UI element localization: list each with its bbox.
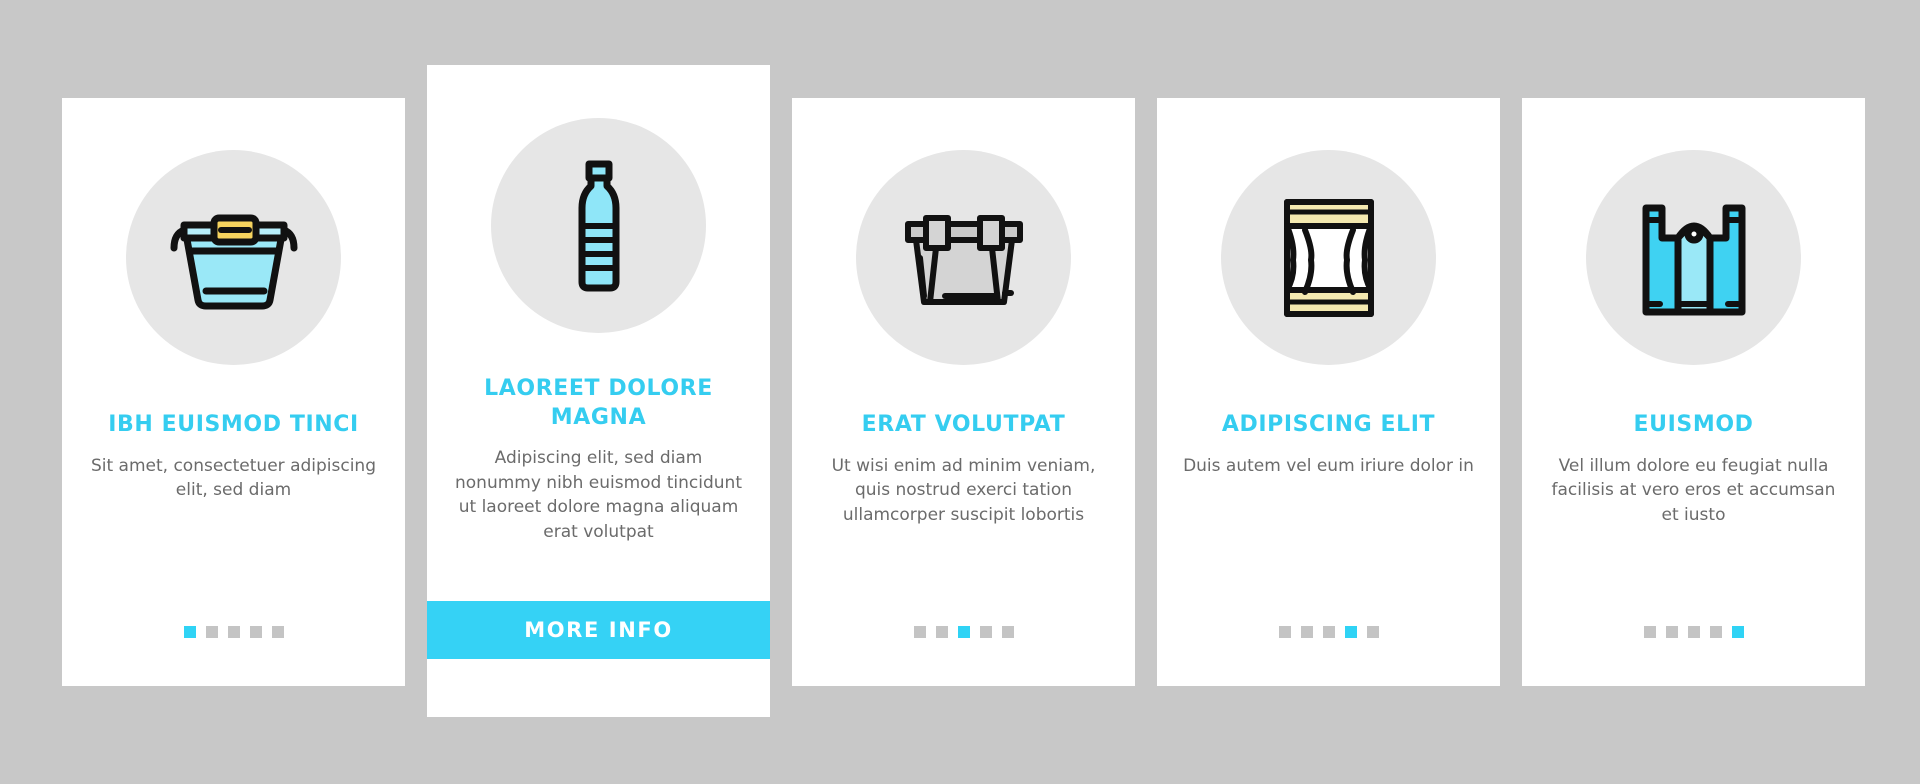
pagination-dot[interactable] [1731,626,1744,638]
onboarding-screens-stage: IBH EUISMOD TINCI Sit amet, consectetuer… [0,0,1920,784]
card-title: IBH EUISMOD TINCI [108,412,359,437]
pagination-dot[interactable] [271,626,284,638]
pagination-dots[interactable] [913,626,1014,638]
onboarding-card-5[interactable]: EUISMOD Vel illum dolore eu feugiat null… [1522,98,1865,686]
pagination-dot[interactable] [1300,626,1313,638]
pagination-dot[interactable] [1643,626,1656,638]
card-body: Adipiscing elit, sed diam nonummy nibh e… [455,448,742,543]
card-body: Vel illum dolore eu feugiat nulla facili… [1551,455,1836,525]
card-body: Sit amet, consectetuer adipiscing elit, … [90,455,377,501]
pagination-dot[interactable] [183,626,196,638]
pagination-dot[interactable] [979,626,992,638]
plastic-shopping-bag-icon [1586,150,1801,365]
pagination-dot[interactable] [205,626,218,638]
pagination-dot[interactable] [1344,626,1357,638]
food-container-icon [126,150,341,365]
card-title: LAOREET DOLORE MAGNA [484,376,713,430]
card-body: Duis autem vel eum iriure dolor in [1183,455,1474,476]
pagination-dot[interactable] [1322,626,1335,638]
pagination-dot[interactable] [1001,626,1014,638]
card-footer [427,659,770,717]
pagination-dot[interactable] [1709,626,1722,638]
card-title: EUISMOD [1633,412,1754,437]
onboarding-card-4[interactable]: ADIPISCING ELIT Duis autem vel eum iriur… [1157,98,1500,686]
pagination-dot[interactable] [1366,626,1379,638]
card-title: ERAT VOLUTPAT [861,412,1066,437]
pagination-dot[interactable] [913,626,926,638]
pagination-dots[interactable] [183,626,284,638]
pagination-dot[interactable] [935,626,948,638]
more-info-button[interactable]: MORE INFO [427,601,770,659]
pagination-dot[interactable] [957,626,970,638]
snack-bag-icon [1221,150,1436,365]
storage-crate-icon [856,150,1071,365]
onboarding-card-3[interactable]: ERAT VOLUTPAT Ut wisi enim ad minim veni… [792,98,1135,686]
pagination-dot[interactable] [249,626,262,638]
pagination-dot[interactable] [1665,626,1678,638]
pagination-dot[interactable] [1687,626,1700,638]
card-title: ADIPISCING ELIT [1221,412,1436,437]
plastic-bottle-icon [491,118,706,333]
pagination-dot[interactable] [1278,626,1291,638]
card-body: Ut wisi enim ad minim veniam, quis nostr… [831,455,1096,525]
pagination-dot[interactable] [227,626,240,638]
pagination-dots[interactable] [1278,626,1379,638]
pagination-dots[interactable] [1643,626,1744,638]
onboarding-card-2[interactable]: LAOREET DOLORE MAGNA Adipiscing elit, se… [427,65,770,717]
onboarding-card-1[interactable]: IBH EUISMOD TINCI Sit amet, consectetuer… [62,98,405,686]
